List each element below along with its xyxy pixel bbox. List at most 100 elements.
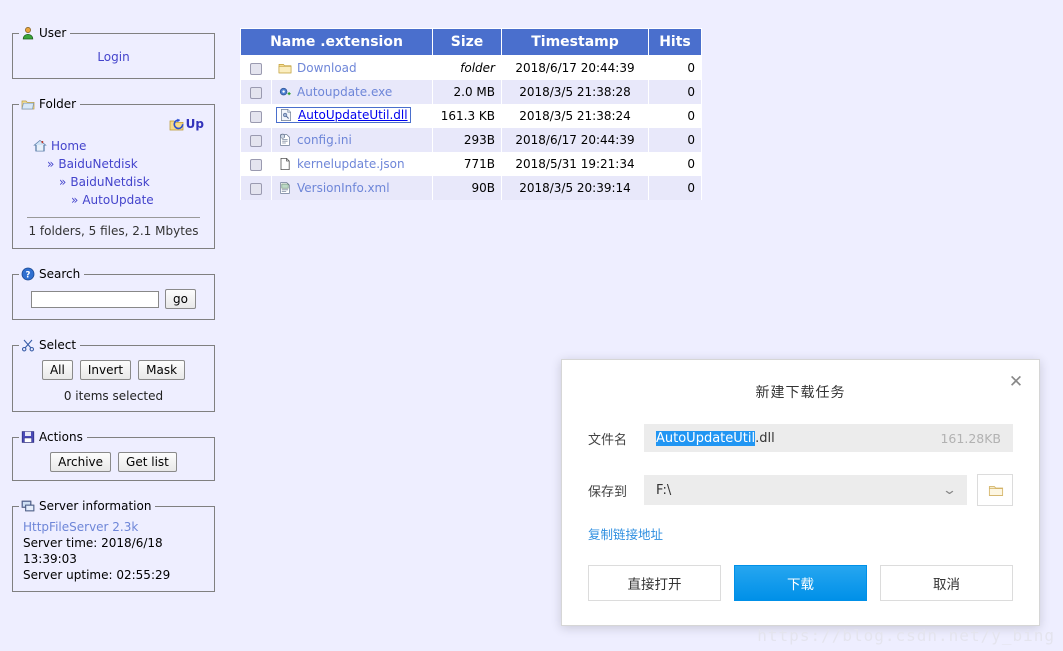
row-size-cell: 2.0 MB [432,80,502,104]
row-checkbox-cell [240,55,272,80]
open-directly-button[interactable]: 直接打开 [588,565,721,601]
browse-folder-button[interactable] [977,474,1013,506]
row-checkbox[interactable] [250,182,262,195]
file-name-link[interactable]: AutoUpdateUtil.dll [298,108,408,122]
select-mask-button[interactable]: Mask [138,360,186,380]
column-header-hits[interactable]: Hits [648,28,702,56]
row-checkbox-cell [240,152,272,176]
folder-up-icon [169,117,184,131]
search-go-button[interactable]: go [165,289,196,309]
select-all-button[interactable]: All [41,360,73,380]
saveto-select[interactable]: F:\ ⌄ [644,475,967,505]
table-header-row: Name .extension Size Timestamp Hits [240,28,702,56]
user-icon [21,26,35,40]
folder-tree-item-baidunetdisk-2[interactable]: » BaiduNetdisk [19,173,208,191]
tree-bullet-icon: » [59,175,67,189]
row-timestamp-cell: 2018/3/5 21:38:24 [501,104,649,128]
search-input[interactable] [31,290,160,308]
row-checkbox-cell [240,80,272,104]
server-icon [21,499,35,513]
row-timestamp-cell: 2018/3/5 21:38:28 [501,80,649,104]
folder-tree-label[interactable]: Home [51,139,86,153]
login-link[interactable]: Login [97,50,129,64]
server-time: Server time: 2018/6/18 13:39:03 [23,536,163,566]
row-hits-cell: 0 [648,152,702,176]
folder-tree-item-home[interactable]: Home [19,137,208,155]
folder-tree-label[interactable]: AutoUpdate [82,193,153,207]
server-information-panel: Server information HttpFileServer 2.3k S… [12,499,215,592]
server-product-name: HttpFileServer 2.3k [23,520,139,534]
row-size-cell: 771B [432,152,502,176]
user-panel-body: Login [19,44,208,70]
table-row: AutoUpdateUtil.dll 161.3 KB 2018/3/5 21:… [240,104,702,128]
chevron-down-icon: ⌄ [941,482,958,498]
row-checkbox[interactable] [250,86,262,99]
selected-count-text: 0 items selected [63,389,164,403]
column-header-size[interactable]: Size [432,28,502,56]
row-checkbox[interactable] [250,158,262,171]
row-name-cell: config.ini [271,128,433,152]
tree-bullet-icon: » [71,193,79,207]
folder-tree-item-autoupdate[interactable]: » AutoUpdate [19,191,208,209]
dialog-title: 新建下载任务 [755,385,846,401]
up-link[interactable]: Up [186,117,204,131]
file-name-link[interactable]: Autoupdate.exe [297,85,392,99]
user-panel: User Login [12,26,215,79]
folder-tree-label[interactable]: BaiduNetdisk [70,175,149,189]
folder-panel-title: Folder [39,97,77,111]
column-header-timestamp[interactable]: Timestamp [501,28,649,56]
row-checkbox[interactable] [250,134,262,147]
file-name-link[interactable]: kernelupdate.json [297,157,405,171]
column-header-name[interactable]: Name .extension [240,28,433,56]
download-button[interactable]: 下载 [734,565,867,601]
scissors-icon [21,338,35,352]
search-panel-title: Search [39,267,81,281]
new-download-task-dialog: ✕ 新建下载任务 文件名 AutoUpdateUtil.dll 161.28KB… [561,359,1040,626]
actions-panel: Actions Archive Get list [12,430,215,481]
row-checkbox[interactable] [250,110,262,123]
archive-button[interactable]: Archive [50,452,112,472]
svg-text:?: ? [26,270,31,280]
row-checkbox-cell [240,104,272,128]
folder-tree-item-baidunetdisk-1[interactable]: » BaiduNetdisk [19,155,208,173]
select-invert-button[interactable]: Invert [79,360,132,380]
table-row: kernelupdate.json 771B 2018/5/31 19:21:3… [240,152,702,176]
save-icon [21,430,35,444]
search-panel-legend: ? Search [19,267,84,281]
filename-selected-text: AutoUpdateUtil [656,430,756,446]
close-icon[interactable]: ✕ [1005,371,1027,393]
file-name-link[interactable]: VersionInfo.xml [297,181,390,195]
filename-row: 文件名 AutoUpdateUtil.dll 161.28KB [562,424,1039,452]
blank-file-icon [278,157,292,171]
file-name-link[interactable]: config.ini [297,133,352,147]
row-size-cell: 161.3 KB [432,104,502,128]
select-button-row: All Invert Mask [19,356,208,380]
cancel-button[interactable]: 取消 [880,565,1013,601]
server-panel-legend: Server information [19,499,155,513]
row-name-cell: Download [271,55,433,80]
select-panel-legend: Select [19,338,80,352]
table-row: VersionInfo.xml 90B 2018/3/5 20:39:14 0 [240,176,702,200]
server-panel-title: Server information [39,499,152,513]
filename-extension-text: .dll [755,430,775,446]
filename-field[interactable]: AutoUpdateUtil.dll 161.28KB [644,424,1013,452]
row-timestamp-cell: 2018/6/17 20:44:39 [501,55,649,80]
help-icon: ? [21,267,35,281]
row-hits-cell: 0 [648,55,702,80]
folder-open-icon [21,97,35,111]
copy-link-address-link[interactable]: 复制链接地址 [588,527,663,542]
select-panel: Select All Invert Mask 0 items selected [12,338,215,412]
row-checkbox[interactable] [250,62,262,75]
filesize-text: 161.28KB [940,430,1001,446]
home-icon [33,139,47,153]
up-row: Up [19,115,208,135]
folder-tree-label[interactable]: BaiduNetdisk [58,157,137,171]
user-panel-legend: User [19,26,70,40]
get-list-button[interactable]: Get list [118,452,177,472]
search-panel: ? Search go [12,267,215,320]
file-name-link[interactable]: Download [297,61,357,75]
sidebar: User Login Folder Up Home » BaiduNetdisk… [12,26,215,610]
row-hits-cell: 0 [648,104,702,128]
row-timestamp-cell: 2018/3/5 20:39:14 [501,176,649,200]
filename-label: 文件名 [588,432,628,448]
